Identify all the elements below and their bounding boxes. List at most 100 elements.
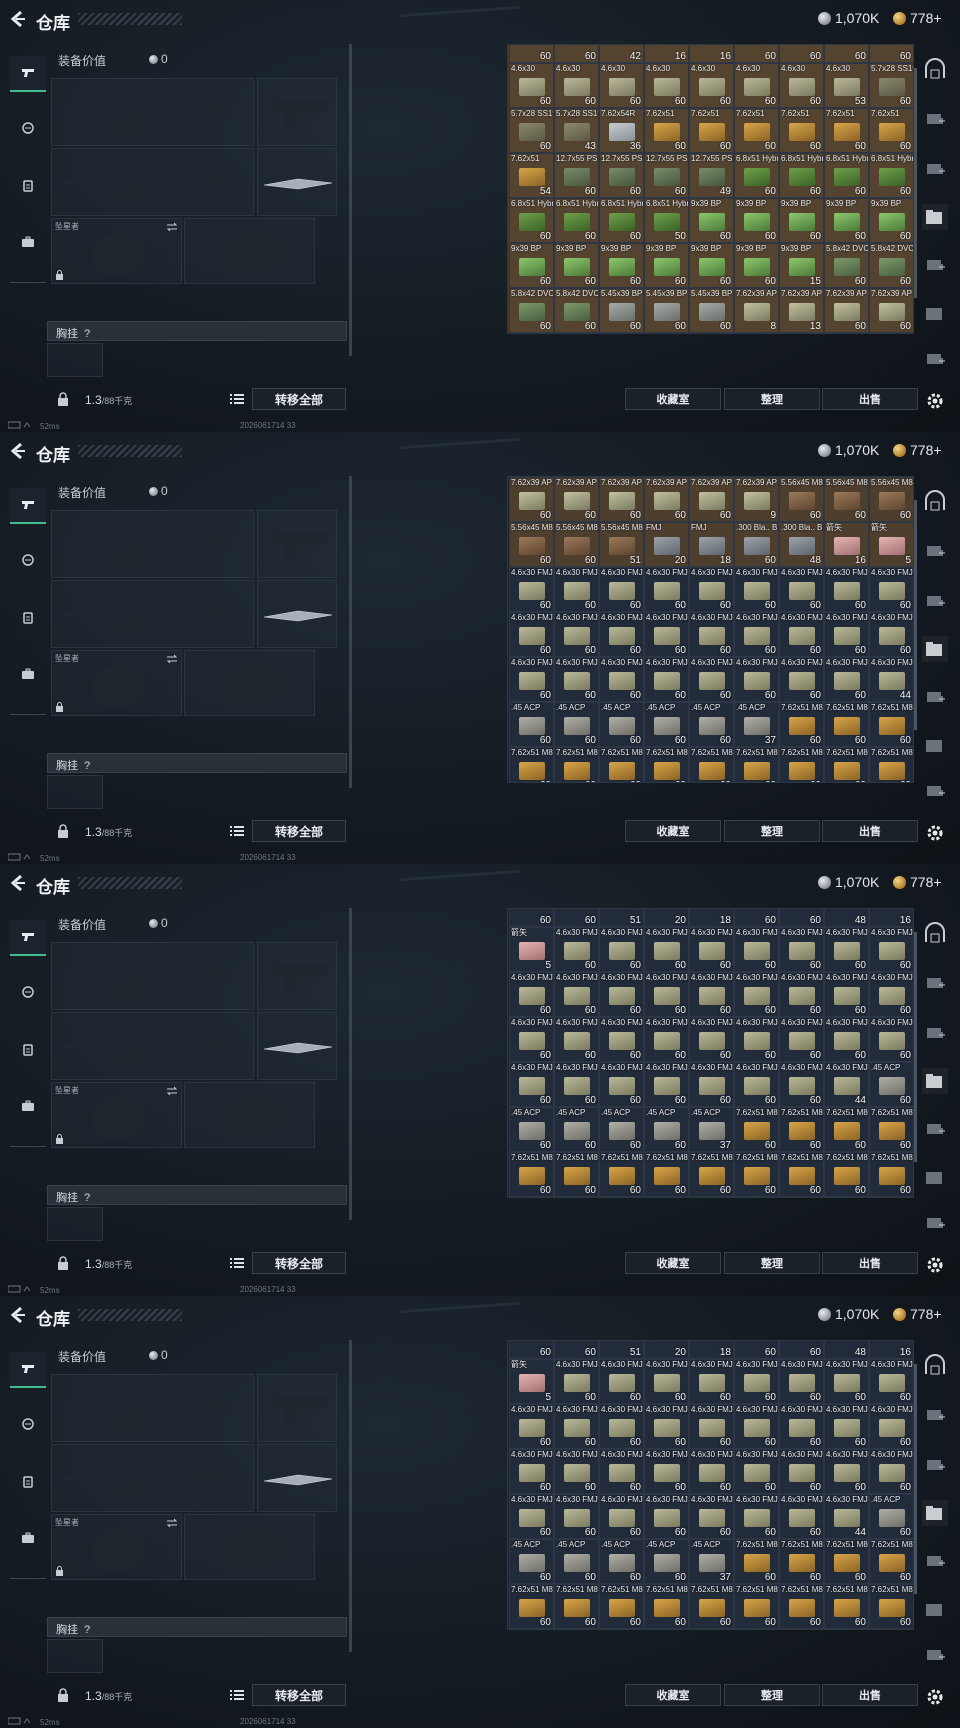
storage-tab-6[interactable] [922, 300, 948, 326]
stash-item[interactable]: 4.6x30 FMJ SX 60 [734, 927, 779, 972]
stash-item[interactable]: 4.6x30 FMJ SX 60 [599, 927, 644, 972]
stash-item-partial[interactable]: 51 [599, 1341, 644, 1359]
stash-item[interactable]: .45 ACP 60 [599, 702, 644, 747]
sell-button[interactable]: 出售 [822, 1684, 918, 1706]
tab-backpack[interactable] [10, 600, 46, 636]
primary-weapon-slot[interactable] [51, 1374, 254, 1442]
chest-rig-slot[interactable] [47, 343, 103, 377]
stash-item[interactable]: 4.6x30 FMJ SX 60 [644, 612, 689, 657]
stash-item[interactable]: 4.6x30 FMJ SX 60 [554, 567, 599, 612]
storage-tab-5[interactable] [922, 1116, 948, 1142]
stash-item[interactable]: 4.6x30 FMJ SX 60 [554, 1404, 599, 1449]
stash-item[interactable]: 7.62x51 M80 60 [779, 1584, 824, 1629]
storage-tab-3[interactable] [922, 588, 948, 614]
stash-item[interactable]: .45 ACP 60 [644, 702, 689, 747]
tab-backpack[interactable] [10, 1464, 46, 1500]
storage-tab-2[interactable] [922, 538, 948, 564]
transfer-all-button[interactable]: 转移全部 [252, 1684, 346, 1706]
settings-button[interactable] [922, 1252, 948, 1278]
stash-item-partial[interactable]: 60 [869, 45, 913, 63]
stash-item[interactable]: 12.7x55 PS12B 49 [689, 153, 734, 198]
stash-item[interactable]: .45 ACP 60 [509, 1107, 554, 1152]
stash-item[interactable]: 7.62x51 M80 60 [554, 1584, 599, 1629]
stash-item[interactable]: 9x39 BP 60 [689, 198, 734, 243]
stash-item[interactable]: 4.6x30 FMJ SX 60 [824, 612, 869, 657]
stash-item[interactable]: 4.6x30 FMJ SX 60 [599, 972, 644, 1017]
back-button[interactable] [8, 1305, 28, 1325]
stash-item[interactable]: 5.56x45 M855 60 [869, 477, 913, 522]
storage-tab-2[interactable] [922, 970, 948, 996]
stash-scrollbar[interactable] [914, 932, 917, 1162]
stash-item[interactable]: 4.6x30 FMJ SX 60 [599, 1449, 644, 1494]
stash-item-partial[interactable]: 60 [779, 909, 824, 927]
stash-item[interactable]: 5.8x42 DVC 60 [869, 243, 913, 288]
chest-rig-header[interactable]: 胸挂? [47, 1617, 347, 1637]
stash-item[interactable]: 4.6x30 FMJ SX 60 [734, 1494, 779, 1539]
stash-item[interactable]: 4.6x30 FMJ SX 60 [734, 1404, 779, 1449]
stash-item[interactable]: 7.62x51 M80 60 [869, 1152, 913, 1197]
stash-item[interactable]: .45 ACP 60 [509, 1539, 554, 1584]
storage-tab-1[interactable] [922, 1354, 948, 1380]
settings-button[interactable] [922, 388, 948, 414]
stash-item[interactable]: 7.62x51 M80 60 [779, 702, 824, 747]
stash-item[interactable]: .45 ACP 60 [554, 702, 599, 747]
stash-item[interactable]: 7.62x51 M80 60 [509, 1152, 554, 1197]
stash-item[interactable]: 4.6x30 FMJ SX 60 [554, 1017, 599, 1062]
helmet-slot[interactable]: 坠星者 [51, 650, 182, 716]
stash-item[interactable]: 12.7x55 PS12B 60 [644, 153, 689, 198]
helmet-slot[interactable]: 坠星者 [51, 1082, 182, 1148]
stash-item[interactable]: 4.6x30 60 [554, 63, 599, 108]
stash-item[interactable]: 4.6x30 FMJ SX 60 [644, 1017, 689, 1062]
stash-item[interactable]: 4.6x30 FMJ SX 60 [644, 1062, 689, 1107]
stash-item[interactable]: 7.62x51 M80 60 [644, 1584, 689, 1629]
melee-slot[interactable] [257, 580, 337, 648]
stash-item[interactable]: 4.6x30 FMJ SX 60 [509, 612, 554, 657]
stash-item[interactable]: 4.6x30 FMJ SX 60 [644, 972, 689, 1017]
stash-item[interactable]: .300 Bla.. BLK FMJ 48 [779, 522, 824, 567]
storage-tab-7[interactable] [922, 346, 948, 372]
stash-item[interactable]: 4.6x30 FMJ SX 60 [599, 612, 644, 657]
storage-tab-3[interactable] [922, 156, 948, 182]
stash-item[interactable]: 7.62x51 M80 60 [599, 747, 644, 782]
stash-item[interactable]: 5.8x42 DVC 60 [509, 288, 554, 333]
tab-case[interactable] [10, 656, 46, 692]
stash-item[interactable]: 4.6x30 FMJ SX 60 [509, 1449, 554, 1494]
stash-item[interactable]: 5.7x28 SS190 60 [869, 63, 913, 108]
sell-button[interactable]: 出售 [822, 388, 918, 410]
collection-room-button[interactable]: 收藏室 [625, 820, 721, 842]
tab-case[interactable] [10, 1520, 46, 1556]
sidearm-slot[interactable] [257, 942, 337, 1010]
stash-item[interactable]: 4.6x30 FMJ SX 60 [869, 1404, 913, 1449]
storage-tab-7[interactable] [922, 778, 948, 804]
stash-item-partial[interactable]: 42 [599, 45, 644, 63]
stash-item[interactable]: 4.6x30 60 [779, 63, 824, 108]
equipment-scrollbar[interactable] [349, 908, 352, 1220]
stash-item-partial[interactable]: 20 [644, 909, 689, 927]
stash-item[interactable]: 7.62x51 M80 60 [779, 747, 824, 782]
tab-armor[interactable] [10, 542, 46, 578]
stash-item[interactable]: 4.6x30 FMJ SX 60 [554, 1062, 599, 1107]
stash-item[interactable]: .45 ACP 60 [644, 1107, 689, 1152]
stash-item[interactable]: 5.56x45 M855 51 [599, 522, 644, 567]
stash-item[interactable]: 7.62x51 M80 60 [644, 747, 689, 782]
sell-button[interactable]: 出售 [822, 820, 918, 842]
stash-item[interactable]: 4.6x30 FMJ SX 60 [644, 1359, 689, 1404]
storage-tab-5[interactable] [922, 252, 948, 278]
stash-item-partial[interactable]: 60 [779, 45, 824, 63]
stash-item[interactable]: 4.6x30 FMJ SX 60 [824, 927, 869, 972]
stash-item-partial[interactable]: 60 [734, 45, 779, 63]
stash-item[interactable]: 4.6x30 FMJ SX 60 [734, 1449, 779, 1494]
stash-item[interactable]: 9x39 BP 60 [689, 243, 734, 288]
stash-item[interactable]: 4.6x30 FMJ SX 60 [734, 1062, 779, 1107]
collection-room-button[interactable]: 收藏室 [625, 388, 721, 410]
stash-item[interactable]: 4.6x30 60 [644, 63, 689, 108]
storage-tab-4[interactable] [922, 204, 948, 230]
stash-item[interactable]: 9x39 BP 60 [644, 243, 689, 288]
stash-item[interactable]: .45 ACP 60 [869, 1494, 913, 1539]
stash-item[interactable]: 4.6x30 FMJ SX 60 [869, 1449, 913, 1494]
stash-item[interactable]: 5.45x39 BP 60 [644, 288, 689, 333]
secondary-weapon-slot[interactable] [51, 1012, 254, 1080]
chest-rig-slot[interactable] [47, 1207, 103, 1241]
tab-weapons[interactable] [10, 1352, 46, 1388]
stash-item[interactable]: 6.8x51 Hybrid 50 [644, 198, 689, 243]
